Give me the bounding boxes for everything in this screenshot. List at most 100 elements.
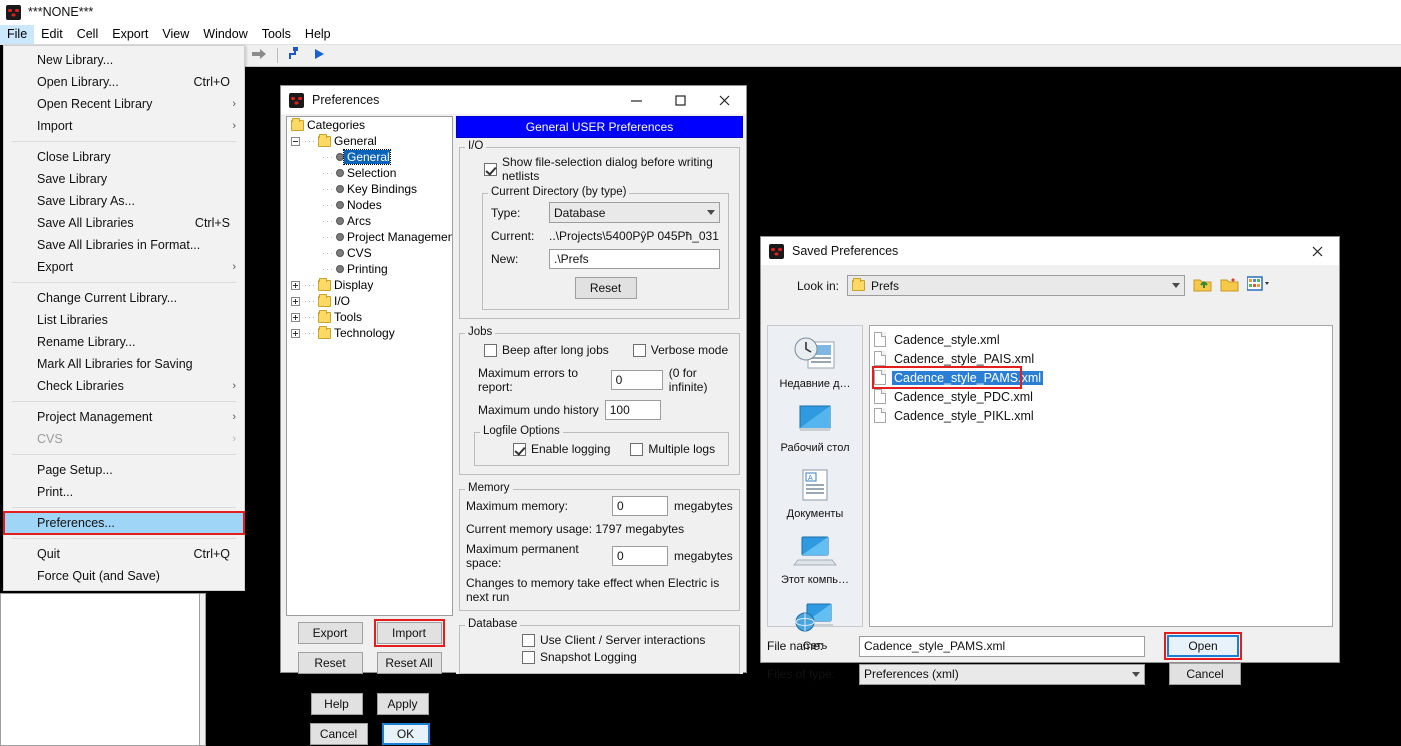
max-perm-space-input[interactable]: 0	[612, 546, 668, 566]
max-undo-input[interactable]: 100	[604, 400, 661, 420]
menu-item-save-all-libraries[interactable]: Save All Libraries Ctrl+S	[4, 212, 244, 234]
tree-item-tools[interactable]: ··· Tools	[287, 309, 452, 325]
new-directory-input[interactable]: .\Prefs	[549, 249, 720, 269]
menu-export[interactable]: Export	[105, 25, 155, 44]
tree-item-printing[interactable]: ··· Printing	[287, 261, 452, 277]
files-of-type-select[interactable]: Preferences (xml)	[859, 663, 1145, 685]
menu-item-import[interactable]: Import ›	[4, 115, 244, 137]
enable-logging-checkbox[interactable]	[513, 442, 526, 456]
cancel-button[interactable]: Cancel	[1169, 663, 1241, 685]
close-icon[interactable]	[1295, 237, 1339, 265]
menu-item-project-management[interactable]: Project Management ›	[4, 406, 244, 428]
tree-item-io[interactable]: ··· I/O	[287, 293, 452, 309]
max-memory-input[interactable]: 0	[612, 496, 668, 516]
file-list-item[interactable]: Cadence_style_PAIS.xml	[874, 349, 1332, 368]
tree-item-cvs[interactable]: ··· CVS	[287, 245, 452, 261]
place-this-pc[interactable]: Этот компь…	[769, 534, 861, 586]
menu-item-force-quit-and-save[interactable]: Force Quit (and Save)	[4, 565, 244, 587]
snapshot-logging-checkbox[interactable]	[522, 650, 535, 664]
menu-help[interactable]: Help	[298, 25, 338, 44]
menu-cell[interactable]: Cell	[70, 25, 106, 44]
enable-logging-row[interactable]: Enable logging	[513, 442, 610, 456]
snapshot-logging-row[interactable]: Snapshot Logging	[466, 650, 733, 664]
multiple-logs-checkbox[interactable]	[630, 442, 644, 456]
close-icon[interactable]	[702, 86, 746, 114]
collapse-minus-icon[interactable]	[291, 136, 300, 146]
minimize-icon[interactable]	[614, 86, 658, 114]
place-desktop[interactable]: Рабочий стол	[769, 404, 861, 454]
client-server-checkbox[interactable]	[522, 633, 535, 647]
view-menu-icon[interactable]	[1246, 276, 1271, 295]
tree-item-project-management[interactable]: ··· Project Management	[287, 229, 452, 245]
tree-item-key-bindings[interactable]: ··· Key Bindings	[287, 181, 452, 197]
menu-item-quit[interactable]: Quit Ctrl+Q	[4, 543, 244, 565]
open-button[interactable]: Open	[1164, 632, 1242, 660]
menu-window[interactable]: Window	[196, 25, 254, 44]
directory-reset-button[interactable]: Reset	[574, 277, 637, 299]
menu-item-check-libraries[interactable]: Check Libraries ›	[4, 375, 244, 397]
show-file-selection-dialog-row[interactable]: Show file-selection dialog before writin…	[466, 155, 733, 183]
menu-item-export[interactable]: Export ›	[4, 256, 244, 278]
menu-item-list-libraries[interactable]: List Libraries	[4, 309, 244, 331]
verbose-checkbox[interactable]	[632, 343, 646, 357]
file-list-item[interactable]: Cadence_style_PIKL.xml	[874, 406, 1332, 425]
show-file-selection-checkbox[interactable]	[484, 162, 497, 176]
beep-after-long-jobs-row[interactable]: Beep after long jobs	[484, 343, 609, 357]
multiple-logs-row[interactable]: Multiple logs	[630, 442, 715, 456]
reset-all-button[interactable]: Reset All	[376, 652, 442, 674]
preferences-category-tree[interactable]: Categories ··· General ··· General ··· S…	[286, 116, 453, 616]
apply-button[interactable]: Apply	[376, 693, 429, 715]
client-server-row[interactable]: Use Client / Server interactions	[466, 633, 733, 647]
left-panel-scrollbar[interactable]	[200, 593, 206, 746]
maximize-icon[interactable]	[658, 86, 702, 114]
tree-item-nodes[interactable]: ··· Nodes	[287, 197, 452, 213]
menu-item-new-library[interactable]: New Library...	[4, 49, 244, 71]
max-errors-input[interactable]: 0	[610, 370, 663, 390]
menu-item-page-setup[interactable]: Page Setup...	[4, 459, 244, 481]
new-folder-icon[interactable]	[1220, 276, 1239, 296]
verbose-mode-row[interactable]: Verbose mode	[632, 343, 728, 357]
menu-item-save-all-libraries-in-format[interactable]: Save All Libraries in Format...	[4, 234, 244, 256]
menu-file[interactable]: File	[0, 24, 35, 44]
menu-item-save-library-as[interactable]: Save Library As...	[4, 190, 244, 212]
menu-tools[interactable]: Tools	[255, 25, 298, 44]
expand-plus-icon[interactable]	[291, 280, 300, 290]
tree-item-categories[interactable]: Categories	[287, 117, 452, 133]
tree-item-arcs[interactable]: ··· Arcs	[287, 213, 452, 229]
tree-item-selection[interactable]: ··· Selection	[287, 165, 452, 181]
help-button[interactable]: Help	[310, 693, 363, 715]
file-list-item-selected[interactable]: Cadence_style_PAMS.xml	[872, 366, 1044, 389]
wire-route-icon[interactable]	[288, 47, 302, 64]
menu-item-open-recent-library[interactable]: Open Recent Library ›	[4, 93, 244, 115]
menu-item-save-library[interactable]: Save Library	[4, 168, 244, 190]
tree-item-display[interactable]: ··· Display	[287, 277, 452, 293]
file-list-item[interactable]: Cadence_style_PDC.xml	[874, 387, 1332, 406]
expand-plus-icon[interactable]	[291, 312, 300, 322]
look-in-select[interactable]: Prefs	[847, 275, 1185, 296]
menu-edit[interactable]: Edit	[34, 25, 70, 44]
up-folder-icon[interactable]	[1193, 276, 1212, 296]
import-button[interactable]: Import	[373, 619, 445, 647]
reset-button[interactable]: Reset	[297, 652, 363, 674]
expand-plus-icon[interactable]	[291, 328, 300, 338]
place-documents[interactable]: A Документы	[769, 468, 861, 520]
menu-item-open-library[interactable]: Open Library... Ctrl+O	[4, 71, 244, 93]
menu-view[interactable]: View	[155, 25, 196, 44]
tree-item-general-folder[interactable]: ··· General	[287, 133, 452, 149]
arrow-right-icon[interactable]	[251, 47, 267, 64]
expand-plus-icon[interactable]	[291, 296, 300, 306]
file-list[interactable]: Cadence_style.xml Cadence_style_PAIS.xml…	[869, 325, 1333, 627]
play-icon[interactable]	[312, 47, 326, 64]
directory-type-select[interactable]: Database	[549, 202, 720, 223]
tree-item-technology[interactable]: ··· Technology	[287, 325, 452, 341]
file-name-input[interactable]: Cadence_style_PAMS.xml	[859, 635, 1145, 657]
ok-button[interactable]: OK	[381, 723, 430, 745]
tree-item-general[interactable]: ··· General	[287, 149, 452, 165]
menu-item-mark-all-libraries-for-saving[interactable]: Mark All Libraries for Saving	[4, 353, 244, 375]
export-button[interactable]: Export	[297, 622, 363, 644]
menu-item-rename-library[interactable]: Rename Library...	[4, 331, 244, 353]
cancel-button[interactable]: Cancel	[309, 723, 368, 745]
place-recent-documents[interactable]: Недавние д…	[769, 336, 861, 390]
menu-item-preferences[interactable]: Preferences...	[3, 511, 245, 535]
file-list-item[interactable]: Cadence_style.xml	[874, 330, 1332, 349]
